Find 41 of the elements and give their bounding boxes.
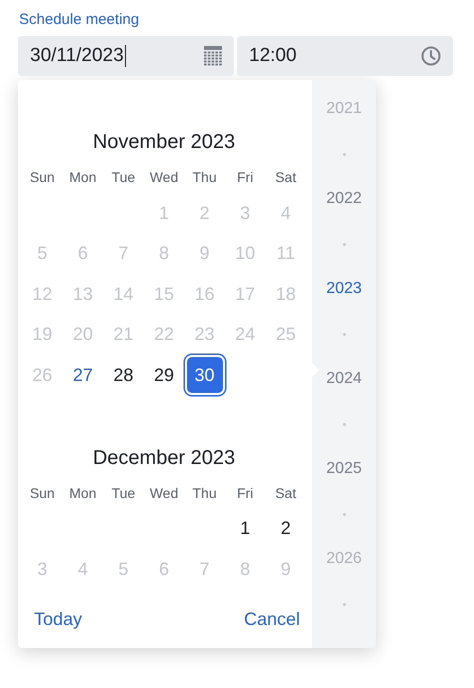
calendar-day[interactable]: 1 [227, 510, 264, 547]
weekday-label: Tue [110, 484, 136, 502]
weekday-label: Fri [236, 168, 254, 187]
year-item[interactable]: 2022 [326, 181, 362, 217]
dot-icon [342, 602, 346, 606]
weekday-label: Sat [274, 168, 298, 187]
dot-icon [342, 242, 346, 246]
weekday-label: Sun [28, 168, 56, 187]
dot-icon [342, 332, 346, 336]
weekday-label: Thu [192, 168, 218, 187]
cancel-button[interactable]: Cancel [244, 609, 300, 630]
year-item[interactable]: 2025 [326, 451, 362, 487]
clock-icon[interactable] [421, 46, 441, 66]
weekday-label: Tue [110, 168, 136, 187]
date-field[interactable]: 30/11/2023 [18, 36, 234, 76]
calendar-icon[interactable] [204, 46, 222, 66]
year-item[interactable]: 2023 [326, 271, 362, 307]
weekday-label: Fri [236, 484, 254, 502]
calendar-day[interactable]: 27 [64, 357, 101, 394]
month-title: November 2023 [92, 130, 236, 155]
year-item[interactable]: 2021 [326, 91, 362, 127]
weekday-label: Wed [148, 484, 180, 502]
calendar-day[interactable]: 29 [146, 357, 182, 394]
calendar-day[interactable]: 30 [186, 357, 223, 394]
weekday-label: Sat [274, 484, 298, 502]
weekday-label: Wed [148, 168, 180, 187]
calendar-day[interactable]: 2 [268, 510, 304, 547]
weekday-label: Mon [68, 484, 98, 502]
month-title: December 2023 [92, 446, 236, 470]
form-label: Schedule meeting [19, 10, 140, 30]
weekday-label: Mon [68, 168, 98, 187]
dot-icon [342, 152, 346, 156]
dot-icon [342, 512, 346, 516]
weekday-label: Thu [192, 484, 218, 502]
weekday-label: Sun [28, 484, 56, 502]
dot-icon [342, 422, 346, 426]
today-button[interactable]: Today [34, 609, 82, 630]
time-field[interactable]: 12:00 [237, 36, 453, 76]
year-item[interactable]: 2024 [326, 361, 362, 397]
calendar-day[interactable]: 28 [105, 357, 142, 394]
year-item[interactable]: 2026 [326, 541, 362, 577]
